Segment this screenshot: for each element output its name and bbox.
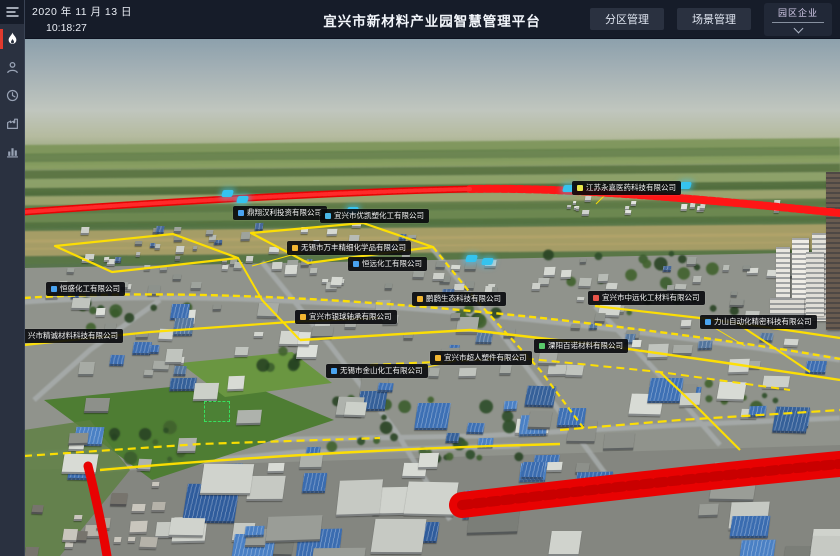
factory-icon [6, 117, 19, 130]
company-name: 宜兴市银球轴承有限公司 [309, 313, 392, 321]
company-marker-icon [705, 319, 711, 325]
page-title: 宜兴市新材料产业园智慧管理平台 [323, 10, 541, 30]
company-marker-icon [417, 296, 423, 302]
company-label[interactable]: 恒盛化工有限公司 [46, 282, 125, 296]
company-label[interactable]: 无锡市金山化工有限公司 [326, 364, 428, 378]
company-label[interactable]: 无锡市万丰精细化学品有限公司 [287, 241, 411, 255]
company-name: 宜兴市中远化工材料有限公司 [602, 294, 700, 302]
selection-box [204, 401, 230, 422]
company-name: 鼎翔汉利投资有限公司 [247, 209, 322, 217]
company-label[interactable]: 鹏鹞生态科技有限公司 [412, 292, 506, 306]
current-time: 10:18:27 [46, 22, 132, 34]
sidebar-item-fire[interactable] [0, 26, 24, 52]
company-marker-icon [51, 286, 57, 292]
company-name: 恒远化工有限公司 [362, 260, 422, 268]
left-toolbar [0, 0, 25, 556]
sidebar-item-personnel[interactable] [0, 54, 24, 80]
company-marker-icon [577, 185, 583, 191]
company-label[interactable]: 宜兴市银球轴承有限公司 [295, 310, 397, 324]
current-date: 2020 年 11 月 13 日 [32, 4, 132, 19]
poi-marker[interactable] [221, 190, 234, 197]
company-name: 恒盛化工有限公司 [60, 285, 120, 293]
company-marker-icon [539, 343, 545, 349]
map-3d-view[interactable]: 鼎翔汉利投资有限公司 宜兴市优凯塑化工有限公司 江苏永嘉医药科技有限公司无锡市万丰精… [24, 38, 840, 556]
company-marker-icon [331, 368, 337, 374]
company-name: 江苏永嘉医药科技有限公司 [586, 184, 676, 192]
company-name: 宜兴市超人塑件有限公司 [444, 354, 527, 362]
chevron-down-icon [793, 23, 803, 33]
history-icon [6, 89, 19, 102]
bar-chart-icon [6, 145, 19, 158]
poi-marker[interactable] [236, 196, 249, 203]
dropdown-label: 园区企业 [778, 6, 818, 19]
partition-manage-button[interactable]: 分区管理 [590, 8, 664, 30]
menu-toggle-button[interactable] [0, 0, 24, 24]
label-layer: 鼎翔汉利投资有限公司 宜兴市优凯塑化工有限公司 江苏永嘉医药科技有限公司无锡市万丰精… [24, 38, 840, 556]
company-marker-icon [292, 245, 298, 251]
flame-icon [6, 32, 19, 46]
park-enterprise-dropdown[interactable]: 园区企业 [764, 3, 832, 36]
poi-marker[interactable] [481, 258, 494, 265]
company-label[interactable]: 鼎翔汉利投资有限公司 [233, 206, 327, 220]
sidebar-item-history[interactable] [0, 82, 24, 108]
person-icon [6, 61, 19, 74]
top-bar: 2020 年 11 月 13 日 10:18:27 宜兴市新材料产业园智慧管理平… [24, 0, 840, 39]
company-name: 力山自动化精密科技有限公司 [714, 318, 812, 326]
company-label[interactable]: 江苏永嘉医药科技有限公司 [572, 181, 681, 195]
sidebar-item-statistics[interactable] [0, 138, 24, 164]
company-label[interactable]: 溧阳百诺材料有限公司 [534, 339, 628, 353]
company-marker-icon [300, 314, 306, 320]
company-label[interactable]: 力山自动化精密科技有限公司 [700, 315, 817, 329]
hamburger-icon [6, 6, 19, 18]
company-label[interactable]: 恒远化工有限公司 [348, 257, 427, 271]
company-name: 无锡市万丰精细化学品有限公司 [301, 244, 406, 252]
company-label[interactable]: 宜兴市优凯塑化工有限公司 [320, 209, 429, 223]
datetime-block: 2020 年 11 月 13 日 10:18:27 [32, 4, 132, 34]
company-marker-icon [238, 210, 244, 216]
scene-manage-button[interactable]: 场景管理 [677, 8, 751, 30]
company-name: 无锡市金山化工有限公司 [340, 367, 423, 375]
sidebar-item-enterprise[interactable] [0, 110, 24, 136]
company-name: 宜兴市优凯塑化工有限公司 [334, 212, 424, 220]
company-label[interactable]: 宜兴市中远化工材料有限公司 [588, 291, 705, 305]
company-marker-icon [593, 295, 599, 301]
company-marker-icon [435, 355, 441, 361]
company-name: 兴市精诚材料科技有限公司 [28, 332, 118, 340]
company-marker-icon [353, 261, 359, 267]
app-window: 2020 年 11 月 13 日 10:18:27 宜兴市新材料产业园智慧管理平… [0, 0, 840, 556]
company-label[interactable]: 宜兴市超人塑件有限公司 [430, 351, 532, 365]
poi-marker[interactable] [465, 255, 478, 262]
company-label[interactable]: 兴市精诚材料科技有限公司 [24, 329, 123, 343]
header-actions: 分区管理场景管理 园区企业 [590, 0, 832, 38]
active-indicator [0, 29, 3, 49]
company-marker-icon [325, 213, 331, 219]
company-name: 溧阳百诺材料有限公司 [548, 342, 623, 350]
company-name: 鹏鹞生态科技有限公司 [426, 295, 501, 303]
